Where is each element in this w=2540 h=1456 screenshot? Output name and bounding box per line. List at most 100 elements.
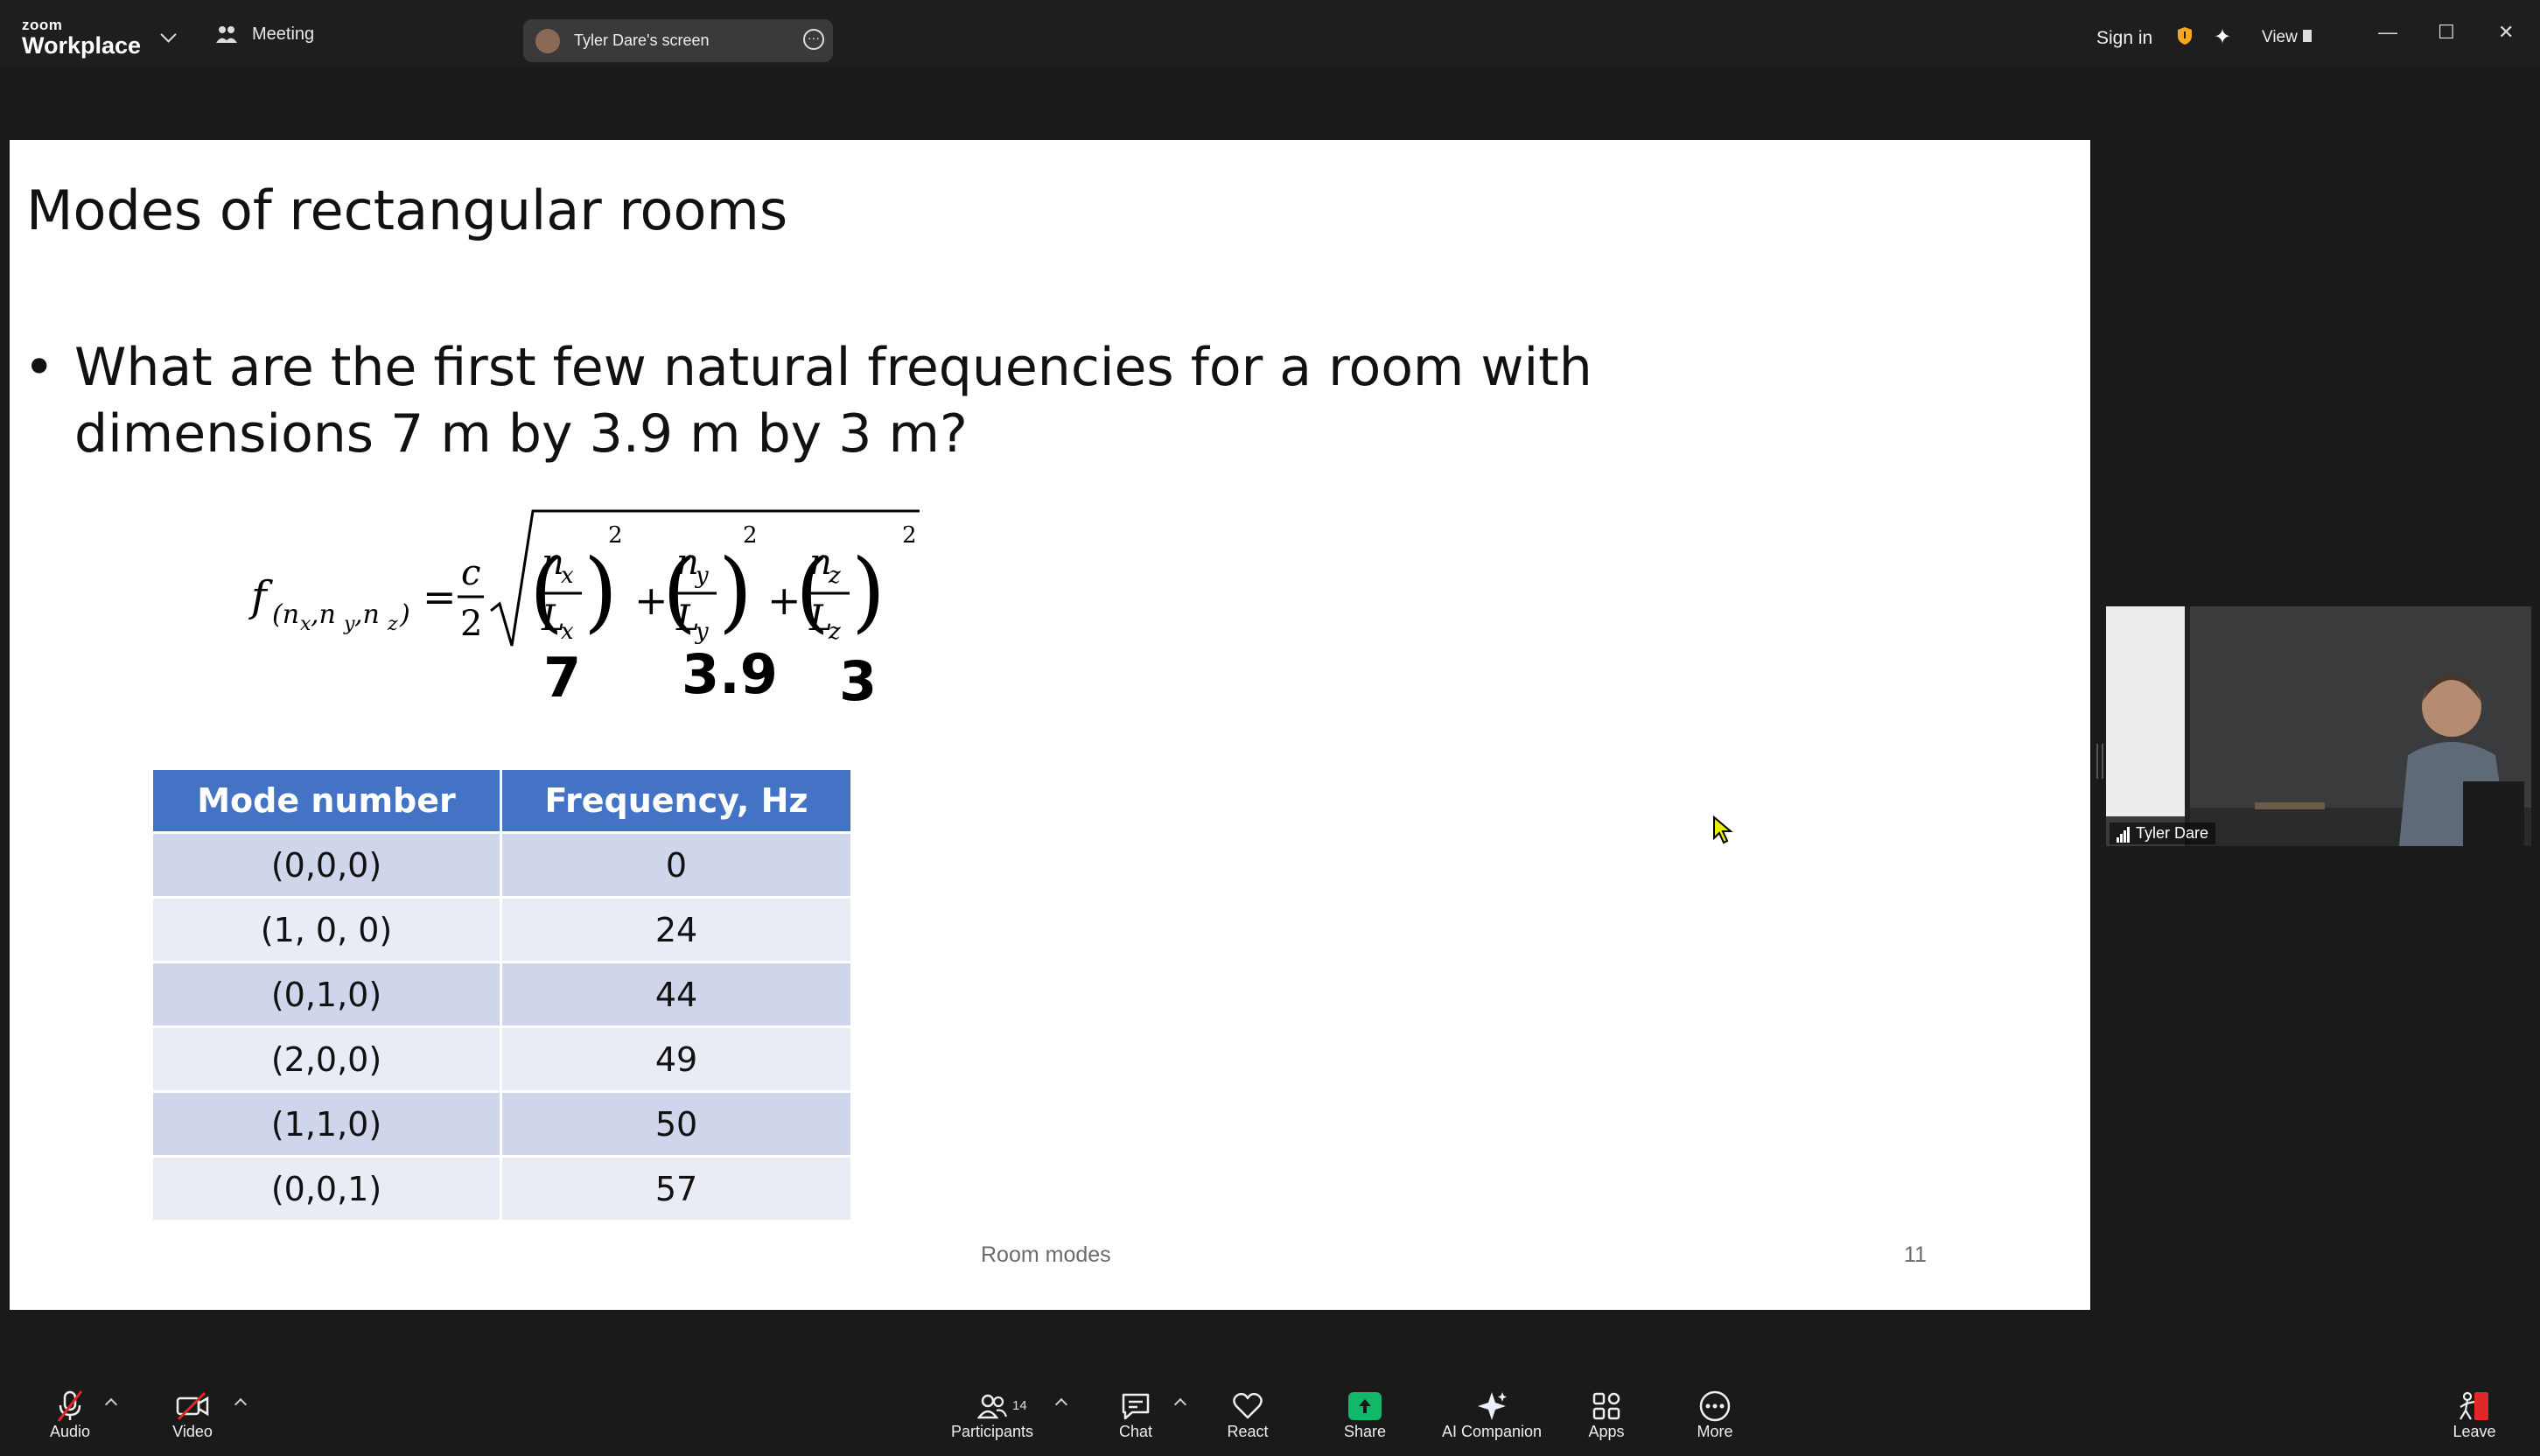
svg-text:z: z xyxy=(828,563,841,589)
ai-companion-button[interactable]: AI Companion xyxy=(1435,1390,1549,1441)
chat-button[interactable]: Chat xyxy=(1111,1390,1160,1441)
handwritten-length-z: 3 xyxy=(839,649,877,713)
more-button[interactable]: More xyxy=(1690,1390,1739,1441)
svg-text:): ) xyxy=(399,599,410,630)
leave-button[interactable]: Leave xyxy=(2448,1390,2501,1441)
presenter-avatar xyxy=(535,28,560,53)
table-cell: (0,0,1) xyxy=(150,1155,502,1222)
slide-footer: Room modes xyxy=(981,1242,1111,1267)
svg-text:x: x xyxy=(561,563,574,589)
svg-text:): ) xyxy=(584,540,618,642)
react-button[interactable]: React xyxy=(1223,1390,1272,1441)
slide-page-number: 11 xyxy=(1904,1242,1927,1267)
panel-resize-handle[interactable] xyxy=(2096,744,2103,779)
apps-button[interactable]: Apps xyxy=(1582,1390,1631,1441)
table-row: (0,0,0) 0 xyxy=(150,831,853,899)
participant-name: Tyler Dare xyxy=(2136,824,2209,842)
shield-icon[interactable] xyxy=(2177,26,2193,46)
table-cell: (1,1,0) xyxy=(150,1090,502,1158)
table-cell: (2,0,0) xyxy=(150,1026,502,1093)
meeting-people-icon xyxy=(216,25,237,43)
participant-video-tile[interactable]: Tyler Dare xyxy=(2106,606,2531,846)
table-cell: 49 xyxy=(500,1026,853,1093)
table-cell: 50 xyxy=(500,1090,853,1158)
chat-options-caret[interactable] xyxy=(1173,1397,1187,1411)
share-screen-icon xyxy=(1348,1392,1382,1420)
svg-text:=: = xyxy=(423,573,457,620)
view-layout-icon[interactable] xyxy=(2303,30,2312,42)
svg-text:2: 2 xyxy=(460,604,482,644)
ai-companion-label: AI Companion xyxy=(1441,1423,1543,1440)
share-button[interactable]: Share xyxy=(1337,1390,1393,1441)
svg-text:): ) xyxy=(718,540,752,642)
leave-door-icon xyxy=(2460,1391,2488,1420)
table-row: (1, 0, 0) 24 xyxy=(150,896,853,963)
svg-text:y: y xyxy=(695,619,709,645)
svg-text:x: x xyxy=(561,619,574,645)
modes-table: Mode number Frequency, Hz (0,0,0) 0 (1, … xyxy=(150,767,853,1222)
participants-count: 14 xyxy=(1012,1398,1027,1413)
handwritten-length-y: 3.9 xyxy=(682,642,778,706)
svg-text:y: y xyxy=(695,563,709,589)
screen-share-label: Tyler Dare's screen xyxy=(574,32,710,49)
svg-text:2: 2 xyxy=(902,522,917,549)
svg-text:2: 2 xyxy=(743,522,758,549)
mouse-cursor-icon xyxy=(1713,816,1733,844)
close-icon[interactable]: ✕ xyxy=(2498,21,2514,44)
handwritten-length-x: 7 xyxy=(543,646,581,710)
svg-text:,n: ,n xyxy=(354,599,380,630)
meeting-menu[interactable]: Meeting xyxy=(215,24,314,45)
participant-name-label: Tyler Dare xyxy=(2110,822,2216,844)
apps-icon xyxy=(1592,1392,1620,1420)
more-options-icon[interactable]: ··· xyxy=(803,29,824,50)
zoom-workplace-logo: zoom Workplace xyxy=(22,18,141,58)
mode-frequency-formula: f (n x ,n y ,n z ) = c 2 ( nx Lx ) 2 + (… xyxy=(248,509,920,713)
video-options-caret[interactable] xyxy=(234,1397,248,1411)
table-cell: 44 xyxy=(500,961,853,1028)
audio-button[interactable]: Audio xyxy=(45,1390,94,1441)
video-button[interactable]: Video xyxy=(168,1390,217,1441)
participants-button[interactable]: Participants xyxy=(943,1390,1041,1441)
chat-icon xyxy=(1122,1393,1150,1420)
share-label: Share xyxy=(1343,1423,1387,1440)
meeting-label: Meeting xyxy=(252,24,315,44)
heart-icon xyxy=(1233,1392,1263,1419)
table-header: Mode number xyxy=(150,767,502,834)
table-cell: (1, 0, 0) xyxy=(150,896,502,963)
maximize-icon[interactable]: ☐ xyxy=(2438,21,2455,44)
title-bar: zoom Workplace Meeting Tyler Dare's scre… xyxy=(0,0,2540,68)
video-label: Video xyxy=(172,1423,213,1440)
chat-label: Chat xyxy=(1118,1423,1153,1440)
audio-options-caret[interactable] xyxy=(104,1397,118,1411)
camera-off-icon xyxy=(176,1391,209,1421)
leave-label: Leave xyxy=(2453,1423,2496,1440)
svg-text:z: z xyxy=(828,619,841,645)
slide-title: Modes of rectangular rooms xyxy=(26,178,788,242)
logo-big-text: Workplace xyxy=(22,32,142,59)
table-cell: (0,1,0) xyxy=(150,961,502,1028)
microphone-muted-icon xyxy=(57,1390,83,1422)
table-cell: 57 xyxy=(500,1155,853,1222)
ai-companion-icon xyxy=(1478,1392,1507,1420)
svg-text:f: f xyxy=(248,572,273,621)
chevron-down-icon[interactable] xyxy=(160,26,177,43)
participants-options-caret[interactable] xyxy=(1054,1397,1068,1411)
screen-share-indicator[interactable]: Tyler Dare's screen ··· xyxy=(523,19,833,62)
participant-video-frame xyxy=(2106,606,2531,846)
svg-text:2: 2 xyxy=(608,522,623,549)
minimize-icon[interactable]: — xyxy=(2378,21,2397,44)
participants-icon xyxy=(977,1394,1007,1419)
table-row: (2,0,0) 49 xyxy=(150,1026,853,1093)
sign-in-link[interactable]: Sign in xyxy=(2096,28,2152,49)
sparkle-icon[interactable]: ✦ xyxy=(2214,24,2231,50)
audio-label: Audio xyxy=(49,1423,91,1440)
svg-text:,n: ,n xyxy=(311,599,336,630)
table-row: (0,1,0) 44 xyxy=(150,961,853,1028)
logo-small-text: zoom xyxy=(22,17,63,33)
shared-screen-slide: Modes of rectangular rooms • What are th… xyxy=(10,140,2090,1310)
svg-text:z: z xyxy=(387,613,398,635)
svg-text:(n: (n xyxy=(272,599,299,630)
signal-strength-icon xyxy=(2117,824,2131,843)
view-button[interactable]: View xyxy=(2262,28,2298,47)
table-cell: 0 xyxy=(500,831,853,899)
